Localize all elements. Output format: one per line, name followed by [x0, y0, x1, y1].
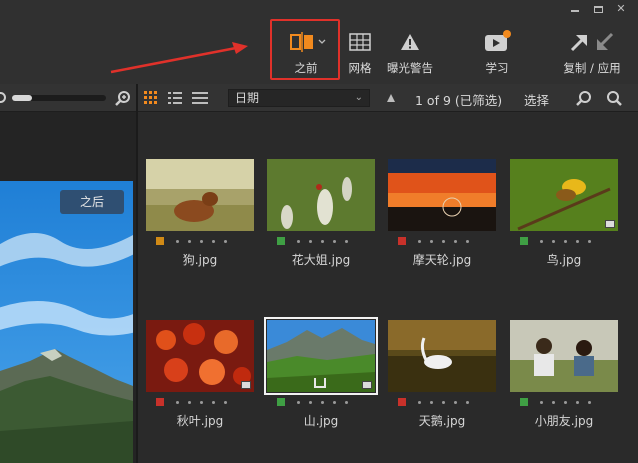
thumbnail-image[interactable] [146, 159, 254, 231]
chevron-down-icon: ⌄ [354, 92, 363, 103]
rating-row [277, 398, 377, 406]
learn-label: 学习 [485, 61, 509, 75]
grid-button[interactable]: 网格 [335, 30, 385, 78]
file-name: 鸟.jpg [546, 253, 582, 267]
file-name: 天鹅.jpg [418, 414, 466, 428]
thumbnail-item[interactable]: 山.jpg [264, 317, 379, 448]
color-label[interactable] [398, 237, 406, 245]
zoom-slider-thumb[interactable] [12, 95, 32, 101]
list-view-icon[interactable] [168, 91, 182, 108]
file-name: 狗.jpg [182, 253, 218, 267]
browser-toolbar: 日期 ⌄ 1 of 9 (已筛选) 选择 [138, 84, 638, 112]
thumbnail-image[interactable] [267, 159, 375, 231]
warning-icon [385, 30, 435, 54]
thumbnail-image[interactable] [388, 159, 496, 231]
sort-value: 日期 [235, 91, 260, 105]
color-label[interactable] [156, 398, 164, 406]
color-label[interactable] [520, 398, 528, 406]
restore-icon[interactable] [590, 2, 606, 16]
rating-row [520, 237, 620, 245]
detail-view-icon[interactable] [192, 91, 208, 108]
adjustment-icon [241, 381, 251, 389]
color-label[interactable] [277, 237, 285, 245]
thumbnail-item[interactable]: 狗.jpg [146, 159, 258, 287]
file-name: 小朋友.jpg [534, 414, 594, 428]
after-badge: 之后 [60, 190, 124, 214]
grid-label: 网格 [348, 61, 372, 75]
color-label[interactable] [398, 398, 406, 406]
learn-button[interactable]: 学习 [472, 30, 522, 78]
rating-row [398, 237, 498, 245]
sort-ascending-icon[interactable] [386, 92, 396, 106]
exposure-warning-label: 曝光警告 [387, 61, 433, 75]
preview-pane: 之后 [0, 84, 136, 463]
top-toolbar: ✕ 之前 网格 曝光警告 学习 复制 / 应用 [0, 0, 638, 84]
thumbnail-item[interactable]: 花大姐.jpg [267, 159, 379, 287]
thumbnail-item[interactable]: 摩天轮.jpg [388, 159, 500, 287]
thumbnail-item[interactable]: 鸟.jpg [510, 159, 622, 287]
rating-row [156, 398, 256, 406]
copy-apply-label: 复制 / 应用 [563, 61, 621, 75]
copy-apply-button[interactable]: 复制 / 应用 [561, 30, 623, 78]
color-label[interactable] [156, 237, 164, 245]
color-label[interactable] [520, 237, 528, 245]
file-name: 秋叶.jpg [176, 414, 224, 428]
thumbnail-image-selected[interactable] [264, 317, 378, 395]
rating-row [277, 237, 377, 245]
after-preview-image[interactable]: 之后 [0, 181, 133, 463]
thumbnail-image[interactable] [146, 320, 254, 392]
select-menu[interactable]: 选择 [524, 90, 549, 109]
thumbnail-grid: 狗.jpg 花大姐.jpg 摩天轮.jpg 鸟.jpg 秋叶.jpg 山.jpg… [138, 113, 638, 463]
adjustment-icon [605, 220, 615, 228]
thumbnail-item[interactable]: 秋叶.jpg [146, 320, 258, 448]
file-name: 山.jpg [303, 414, 339, 428]
thumbnail-image[interactable] [388, 320, 496, 392]
rating-row [520, 398, 620, 406]
zoom-in-icon[interactable] [115, 90, 131, 109]
grid-view-icon[interactable] [144, 91, 158, 108]
file-name: 花大姐.jpg [291, 253, 351, 267]
zoom-find-icon[interactable] [576, 90, 592, 109]
grid-icon [335, 30, 385, 54]
rating-row [398, 398, 498, 406]
thumbnail-image[interactable] [510, 159, 618, 231]
thumbnail-image[interactable] [510, 320, 618, 392]
search-icon[interactable] [606, 90, 622, 109]
minimize-icon[interactable] [567, 2, 583, 16]
zoom-out-icon[interactable] [0, 92, 6, 103]
copy-apply-icon [561, 30, 623, 54]
file-name: 摩天轮.jpg [412, 253, 472, 267]
adjustment-icon [362, 381, 372, 389]
close-icon[interactable]: ✕ [613, 2, 629, 16]
color-label[interactable] [277, 398, 285, 406]
exposure-warning-button[interactable]: 曝光警告 [385, 30, 435, 78]
pointer-arrow [110, 42, 248, 74]
rating-row [156, 237, 256, 245]
preview-toolbar [0, 84, 136, 112]
image-counter: 1 of 9 (已筛选) [415, 93, 503, 108]
export-icon [314, 378, 326, 388]
thumbnail-item[interactable]: 小朋友.jpg [510, 320, 622, 448]
before-highlight-box [270, 19, 340, 80]
play-icon [472, 30, 522, 54]
thumbnail-item[interactable]: 天鹅.jpg [388, 320, 500, 448]
sort-select[interactable]: 日期 ⌄ [228, 89, 370, 107]
